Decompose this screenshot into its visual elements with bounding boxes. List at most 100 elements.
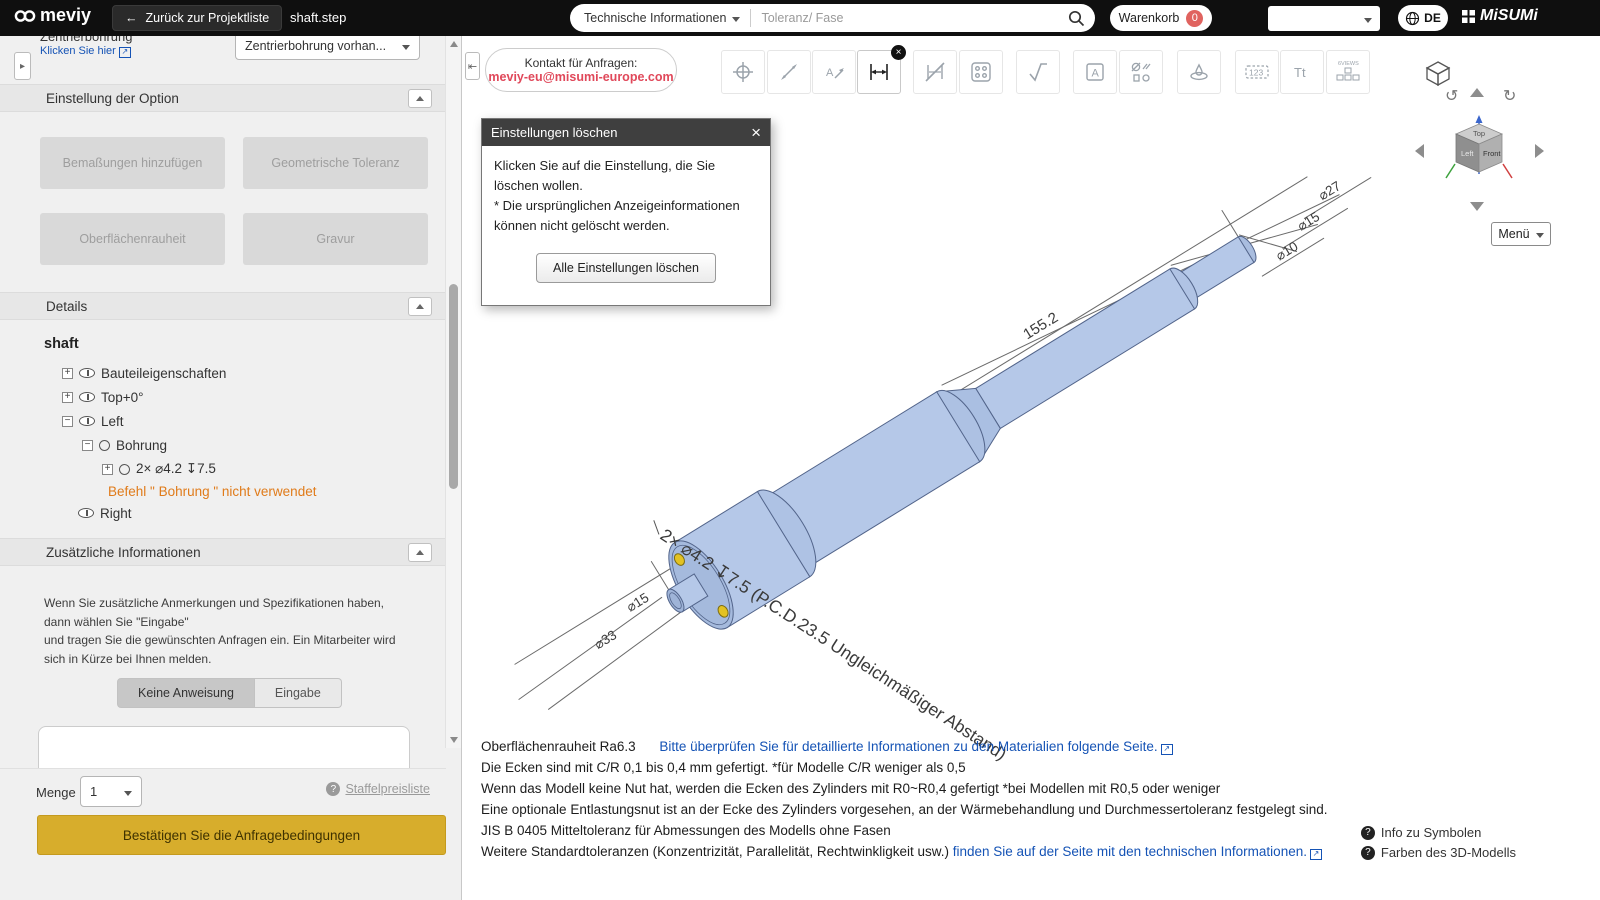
- annotation-icon[interactable]: A: [1073, 50, 1117, 94]
- quantity-value: 1: [90, 784, 98, 799]
- visibility-icon[interactable]: [79, 368, 95, 378]
- close-icon[interactable]: [751, 124, 761, 141]
- tree-item-label[interactable]: 2× ⌀4.2 ↧7.5: [136, 461, 216, 477]
- surface-roughness-button[interactable]: Oberflächenrauheit: [40, 213, 225, 265]
- dia15-left-label[interactable]: ⌀15: [624, 590, 652, 615]
- symbols-info-link[interactable]: Info zu Symbolen: [1360, 825, 1516, 840]
- search-input[interactable]: [751, 11, 1067, 25]
- cart-button[interactable]: Warenkorb 0: [1110, 5, 1212, 31]
- collapse-button[interactable]: [408, 88, 432, 108]
- view-cube-front-label[interactable]: Front: [1483, 149, 1501, 158]
- topbar-dropdown[interactable]: [1268, 6, 1380, 31]
- tree-warning-message: Befehl " Bohrung " nicht verwendet: [108, 480, 316, 502]
- text-style-icon[interactable]: Tt: [1280, 50, 1324, 94]
- tree-root-label[interactable]: shaft: [44, 336, 79, 352]
- hole-group-icon[interactable]: [959, 50, 1003, 94]
- svg-text:A: A: [1092, 68, 1100, 80]
- six-views-icon[interactable]: 6VIEWS: [1326, 50, 1370, 94]
- tech-info-dropdown[interactable]: Technische Informationen: [570, 9, 752, 27]
- input-toggle[interactable]: Eingabe: [254, 678, 342, 708]
- chevron-down-icon: [124, 784, 132, 799]
- note-line: Wenn das Modell keine Nut hat, werden di…: [481, 781, 1221, 796]
- delete-all-settings-button[interactable]: Alle Einstellungen löschen: [536, 252, 716, 283]
- view-cube-top-label[interactable]: Top: [1473, 129, 1485, 138]
- centering-hole-select-value: Zentrierbohrung vorhan...: [245, 38, 387, 53]
- dialog-header[interactable]: Einstellungen löschen: [482, 119, 770, 146]
- cube-view-icon[interactable]: [1425, 60, 1451, 86]
- feature-circle-icon: [99, 439, 110, 451]
- visibility-icon[interactable]: [78, 508, 94, 518]
- back-arrow-icon: ←: [125, 11, 138, 25]
- section-title: Details: [46, 298, 88, 314]
- note-line: Weitere Standardtoleranzen (Konzentrizit…: [481, 841, 1328, 862]
- symbols-info-label: Info zu Symbolen: [1380, 825, 1482, 840]
- contact-email-link[interactable]: meviy-eu@misumi-europe.com: [488, 70, 673, 84]
- model-colors-link[interactable]: Farben des 3D-Modells: [1360, 845, 1516, 860]
- tech-info-dropdown-value: Technische Informationen: [584, 11, 727, 25]
- confirm-request-button[interactable]: Bestätigen Sie die Anfragebedingungen: [37, 815, 446, 855]
- feature-circle-icon: [119, 463, 130, 475]
- tree-item: Right: [78, 502, 132, 524]
- collapse-button[interactable]: [408, 296, 432, 316]
- tree-item-label[interactable]: Top+0°: [101, 390, 144, 405]
- globe-icon: [1406, 11, 1420, 25]
- collapse-button[interactable]: [408, 542, 432, 562]
- dia10-label[interactable]: ⌀10: [1273, 239, 1301, 264]
- quantity-label: Menge: [36, 785, 76, 800]
- geometric-tolerance-icon[interactable]: [1119, 50, 1163, 94]
- centering-hole-select[interactable]: Zentrierbohrung vorhan...: [235, 36, 420, 60]
- tree-item-label[interactable]: Right: [100, 506, 132, 521]
- technical-info-link[interactable]: finden Sie auf der Seite mit den technis…: [953, 844, 1322, 860]
- dia27-label[interactable]: ⌀27: [1316, 178, 1344, 203]
- dialog-title: Einstellungen löschen: [491, 125, 618, 140]
- tree-item-label[interactable]: Bohrung: [116, 438, 167, 453]
- price-list-link[interactable]: Staffelpreisliste: [326, 782, 430, 796]
- main-panel-collapse-handle[interactable]: ⇤: [465, 52, 480, 80]
- external-link-icon: [1309, 849, 1322, 860]
- hole-annotation-label[interactable]: 2× ⌀4.2 ↧7.5 (P.C.D.23.5 Ungleichmäßiger…: [657, 525, 1011, 764]
- scrollbar-thumb[interactable]: [449, 284, 458, 489]
- materials-info-link[interactable]: Bitte überprüfen Sie für detaillierte In…: [659, 739, 1173, 755]
- view-cube-left-label[interactable]: Left: [1461, 149, 1474, 158]
- dimension-text-icon[interactable]: A: [812, 50, 856, 94]
- expand-icon[interactable]: [62, 391, 73, 403]
- visibility-icon[interactable]: [79, 392, 95, 402]
- tree-item-label[interactable]: Bauteileigenschaften: [101, 366, 226, 381]
- hide-dimension-icon[interactable]: [913, 50, 957, 94]
- tree-item: Left: [62, 410, 124, 432]
- surface-symbol-icon[interactable]: [1016, 50, 1060, 94]
- quantity-select[interactable]: 1: [80, 776, 142, 807]
- collapse-icon[interactable]: [82, 439, 93, 451]
- sidebar-collapse-handle[interactable]: ▸: [14, 52, 31, 80]
- scroll-up-arrow[interactable]: [450, 41, 458, 47]
- surface-finish-icon[interactable]: [1177, 50, 1221, 94]
- view-cube[interactable]: Top Left Front: [1445, 112, 1513, 190]
- expand-icon[interactable]: [62, 367, 73, 379]
- linear-dimension-icon-active[interactable]: [857, 45, 906, 94]
- external-link-icon: [118, 47, 131, 58]
- viewport-menu-button[interactable]: Menü: [1491, 222, 1551, 246]
- add-dimensions-button[interactable]: Bemaßungen hinzufügen: [40, 137, 225, 189]
- centering-hole-link[interactable]: Klicken Sie hier: [40, 45, 131, 58]
- no-instruction-toggle[interactable]: Keine Anweisung: [117, 678, 255, 708]
- search-icon[interactable]: [1067, 9, 1085, 27]
- engraving-button[interactable]: Gravur: [243, 213, 428, 265]
- back-to-projects-button[interactable]: ← Zurück zur Projektliste: [112, 5, 283, 31]
- collapse-icon[interactable]: [62, 415, 73, 427]
- datum-point-icon[interactable]: [721, 50, 765, 94]
- remove-setting-badge[interactable]: [891, 45, 906, 60]
- expand-icon[interactable]: [102, 463, 113, 475]
- diagonal-dimension-icon[interactable]: [767, 50, 811, 94]
- language-button[interactable]: DE: [1398, 5, 1448, 31]
- scroll-down-arrow[interactable]: [450, 737, 458, 743]
- external-link-icon: [1160, 744, 1173, 755]
- meviy-logo[interactable]: meviy: [14, 5, 91, 26]
- dimension-format-icon[interactable]: 123: [1235, 50, 1279, 94]
- contact-label: Kontakt für Anfragen:: [524, 56, 638, 70]
- sidebar-scrollbar[interactable]: [445, 36, 461, 748]
- geometric-tolerance-button[interactable]: Geometrische Toleranz: [243, 137, 428, 189]
- additional-info-description: Wenn Sie zusätzliche Anmerkungen und Spe…: [44, 596, 396, 666]
- visibility-icon[interactable]: [79, 416, 95, 426]
- tree-item-label[interactable]: Left: [101, 414, 124, 429]
- dialog-body: Klicken Sie auf die Einstellung, die Sie…: [482, 146, 770, 305]
